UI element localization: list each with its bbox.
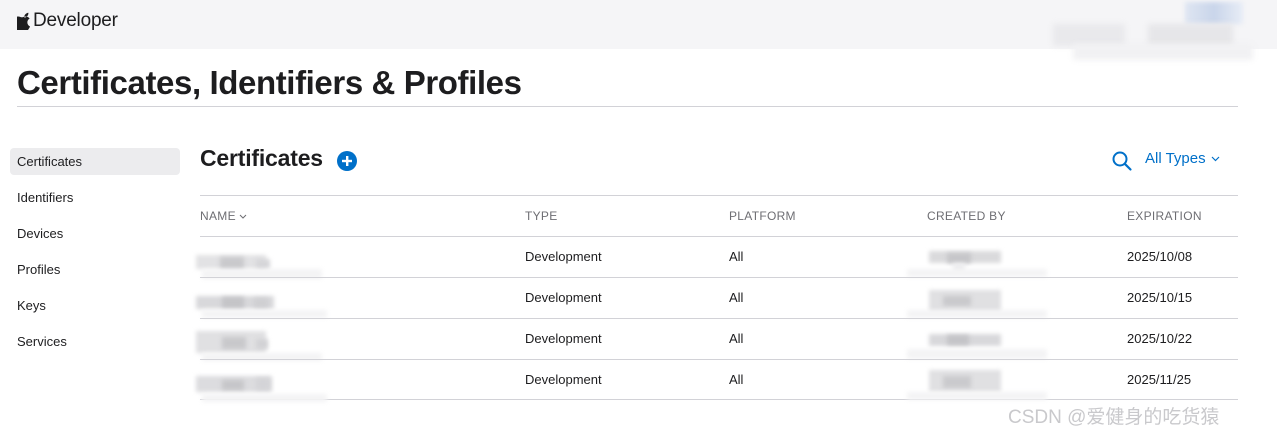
certificate-platform: All [729, 249, 744, 264]
section-title: Certificates [200, 145, 323, 171]
chevron-down-icon [1211, 156, 1220, 162]
column-header-name-label: NAME [200, 209, 236, 223]
certificate-platform: All [729, 372, 744, 387]
type-filter-dropdown[interactable]: All Types [1145, 150, 1220, 167]
table-row[interactable]: Development All 2025/10/15 [196, 277, 1238, 318]
search-icon [1112, 151, 1132, 171]
column-header-name[interactable]: NAME [200, 196, 247, 236]
type-filter-label: All Types [1145, 150, 1206, 167]
certificate-expiration: 2025/10/08 [1127, 249, 1193, 264]
certificate-type: Development [525, 372, 602, 387]
column-header-created-by[interactable]: CREATED BY [927, 196, 1006, 236]
apple-icon [17, 12, 31, 30]
sidebar-item-profiles[interactable]: Profiles [10, 256, 180, 283]
plus-circle-icon [342, 156, 352, 166]
search-button[interactable] [1111, 150, 1133, 172]
title-divider [17, 106, 1238, 107]
certificate-expiration: 2025/11/25 [1127, 372, 1192, 387]
certificate-expiration: 2025/10/22 [1127, 331, 1193, 346]
add-certificate-button[interactable] [337, 151, 357, 171]
page-title: Certificates, Identifiers & Profiles [17, 64, 522, 101]
column-header-expiration[interactable]: EXPIRATION [1127, 196, 1202, 236]
column-header-type[interactable]: TYPE [525, 196, 558, 236]
account-menu-redacted[interactable] [1053, 2, 1258, 60]
brand-name: Developer [33, 10, 118, 31]
certificate-type: Development [525, 249, 602, 264]
certificate-type: Development [525, 290, 602, 305]
watermark-text: CSDN @爱健身的吃货猿 [1008, 407, 1220, 428]
column-header-platform[interactable]: PLATFORM [729, 196, 796, 236]
certificate-type: Development [525, 331, 602, 346]
sidebar-item-certificates[interactable]: Certificates [10, 148, 180, 175]
sidebar-item-services[interactable]: Services [10, 328, 180, 355]
sort-chevron-icon [239, 214, 247, 220]
global-nav-bar: Developer [0, 0, 1277, 60]
sidebar-item-keys[interactable]: Keys [10, 292, 180, 319]
apple-developer-logo[interactable]: Developer [17, 10, 118, 32]
table-row[interactable]: Development All 2025/10/08 [196, 236, 1238, 279]
table-header-row: NAME TYPE PLATFORM CREATED BY EXPIRATION [200, 195, 1238, 236]
certificate-expiration: 2025/10/15 [1127, 290, 1193, 305]
table-row[interactable]: Development All 2025/10/22 [196, 318, 1238, 361]
certificate-platform: All [729, 290, 744, 305]
table-row[interactable]: Development All 2025/11/25 [196, 359, 1238, 402]
sidebar-item-devices[interactable]: Devices [10, 220, 180, 247]
certificates-table: NAME TYPE PLATFORM CREATED BY EXPIRATION… [196, 195, 1238, 402]
sidebar-item-identifiers[interactable]: Identifiers [10, 184, 180, 211]
certificate-platform: All [729, 331, 744, 346]
sidebar-nav: Certificates Identifiers Devices Profile… [10, 148, 180, 364]
